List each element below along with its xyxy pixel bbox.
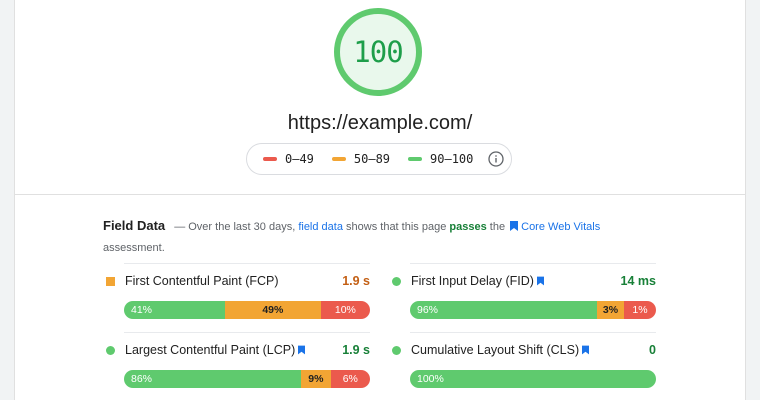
metric-cls-header: Cumulative Layout Shift (CLS) 0 bbox=[390, 340, 656, 360]
metric-lcp-name-wrap: Largest Contentful Paint (LCP) bbox=[125, 343, 342, 358]
lcp-poor-segment: 6% bbox=[330, 370, 370, 388]
metric-lcp-distribution: 86% 9% 6% bbox=[124, 370, 370, 388]
field-data-title: Field Data bbox=[103, 218, 166, 233]
legend-good-label: 90–100 bbox=[430, 152, 474, 166]
legend-item-good: 90–100 bbox=[408, 152, 473, 166]
metric-lcp-value: 1.9 s bbox=[342, 343, 370, 357]
metric-lcp-header: Largest Contentful Paint (LCP) 1.9 s bbox=[104, 340, 370, 360]
fid-average-segment: 3% bbox=[596, 301, 624, 319]
metric-fid-name: First Input Delay (FID) bbox=[411, 273, 534, 288]
good-circle-icon bbox=[106, 345, 115, 355]
metric-fcp-value: 1.9 s bbox=[342, 274, 370, 288]
performance-score-gauge: 100 bbox=[332, 6, 424, 98]
field-data-text-2: shows that this page bbox=[346, 221, 447, 233]
window-left-edge bbox=[0, 0, 15, 400]
info-icon[interactable] bbox=[488, 151, 504, 167]
legend-item-average: 50–89 bbox=[331, 152, 391, 166]
metric-cls-value: 0 bbox=[649, 343, 656, 357]
metric-divider bbox=[410, 332, 656, 333]
average-square-icon bbox=[106, 276, 115, 286]
legend-average-swatch bbox=[331, 157, 346, 161]
window-right-edge bbox=[745, 0, 760, 400]
metric-fid-header: First Input Delay (FID) 14 ms bbox=[390, 271, 656, 291]
core-web-vital-bookmark-icon bbox=[536, 275, 544, 289]
fcp-poor-segment: 10% bbox=[320, 301, 370, 319]
field-data-text-4: assessment. bbox=[103, 242, 165, 254]
good-circle-icon bbox=[392, 276, 401, 286]
core-web-vitals-bookmark-icon bbox=[510, 218, 519, 238]
fcp-average-segment: 49% bbox=[224, 301, 321, 319]
field-data-dash: — bbox=[174, 221, 186, 233]
fcp-good-segment: 41% bbox=[124, 301, 225, 319]
metric-fid-name-wrap: First Input Delay (FID) bbox=[411, 274, 621, 289]
metric-divider bbox=[410, 263, 656, 264]
field-data-link[interactable]: field data bbox=[298, 221, 343, 233]
legend-poor-swatch bbox=[263, 157, 277, 161]
field-data-header: Field Data — Over the last 30 days, fiel… bbox=[103, 216, 663, 258]
metric-divider bbox=[124, 263, 370, 264]
field-data-text-3: the bbox=[489, 221, 506, 233]
metric-cls-name: Cumulative Layout Shift (CLS) bbox=[411, 342, 580, 357]
lcp-good-segment: 86% bbox=[124, 370, 302, 388]
fid-poor-segment: 1% bbox=[624, 301, 656, 319]
good-circle-icon bbox=[392, 345, 401, 355]
score-legend: 0–49 50–89 90–100 bbox=[246, 143, 512, 175]
core-web-vital-bookmark-icon bbox=[582, 344, 590, 358]
core-web-vitals-link[interactable]: Core Web Vitals bbox=[521, 221, 600, 233]
metric-fcp-name: First Contentful Paint (FCP) bbox=[125, 274, 279, 288]
section-divider bbox=[15, 194, 745, 195]
metric-fid-value: 14 ms bbox=[620, 274, 656, 288]
metric-divider bbox=[124, 332, 370, 333]
field-data-text-1: Over the last 30 days, bbox=[188, 221, 296, 233]
performance-score: 100 bbox=[353, 35, 403, 69]
metric-lcp-name: Largest Contentful Paint (LCP) bbox=[125, 342, 296, 357]
lcp-average-segment: 9% bbox=[301, 370, 331, 388]
metric-fcp-distribution: 41% 49% 10% bbox=[124, 301, 370, 319]
metric-fcp-header: First Contentful Paint (FCP) 1.9 s bbox=[104, 271, 370, 291]
metric-cls-name-wrap: Cumulative Layout Shift (CLS) bbox=[411, 343, 649, 358]
legend-item-poor: 0–49 bbox=[263, 152, 314, 166]
core-web-vital-bookmark-icon bbox=[298, 344, 306, 358]
fid-good-segment: 96% bbox=[410, 301, 597, 319]
assessment-status: passes bbox=[449, 221, 487, 233]
legend-poor-label: 0–49 bbox=[285, 152, 314, 166]
tested-url: https://example.com/ bbox=[287, 112, 473, 134]
metric-fid-distribution: 96% 3% 1% bbox=[410, 301, 656, 319]
legend-good-swatch bbox=[408, 157, 423, 161]
legend-average-label: 50–89 bbox=[353, 152, 391, 166]
metric-cls-distribution: 100% bbox=[410, 370, 656, 388]
cls-good-segment: 100% bbox=[410, 370, 656, 388]
